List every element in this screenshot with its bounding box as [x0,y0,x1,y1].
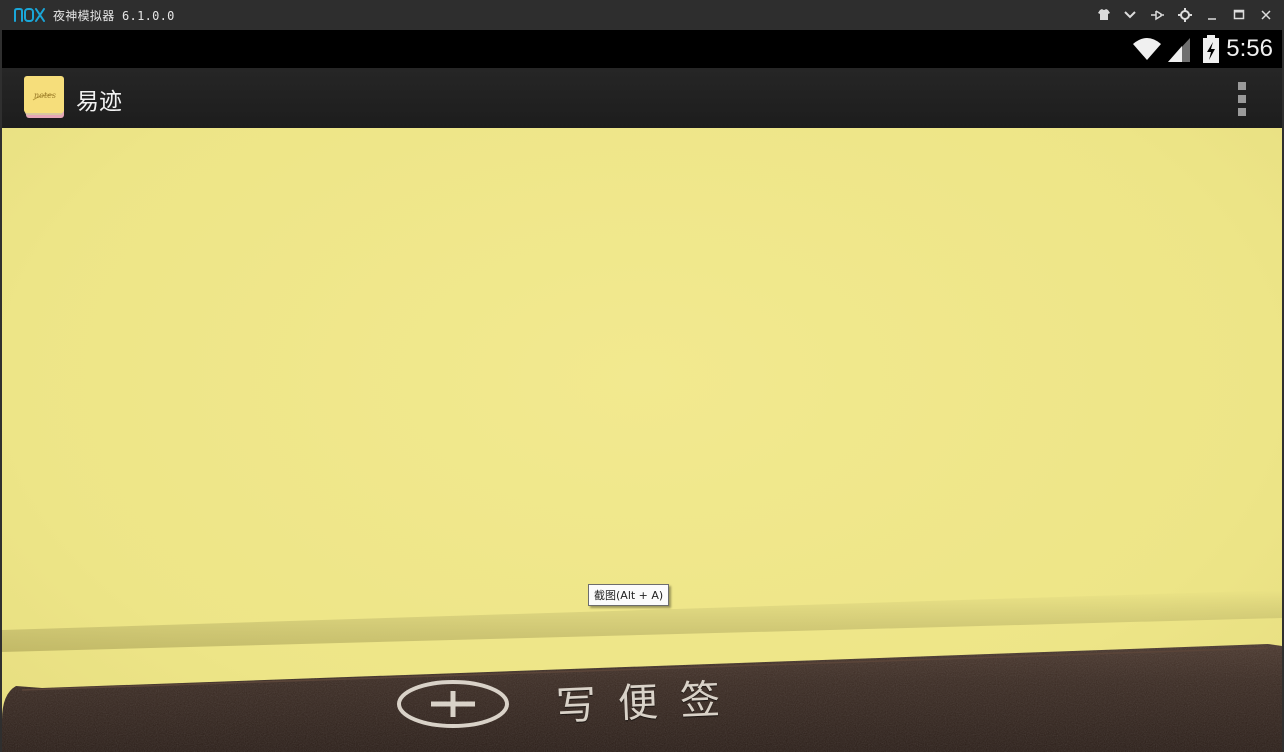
write-note-button[interactable]: 写便签 [394,670,864,742]
svg-text:notes: notes [34,91,56,100]
android-screen: 5:56 notes 易迹 写便签 截图(Alt + A) [2,30,1282,752]
chevron-down-icon[interactable] [1120,5,1140,25]
plus-circle-icon [397,680,509,728]
window-title: 夜神模拟器 6.1.0.0 [53,9,175,23]
shirt-icon[interactable] [1094,5,1114,25]
screenshot-tooltip: 截图(Alt + A) [588,584,670,606]
wifi-icon [1133,38,1161,60]
gear-icon[interactable] [1175,5,1195,25]
write-note-label: 写便签 [555,675,744,730]
status-clock: 5:56 [1226,35,1273,62]
window-title-bar[interactable]: 夜神模拟器 6.1.0.0 [0,0,1284,30]
overflow-menu-icon[interactable] [1232,82,1252,116]
pin-icon[interactable] [1147,5,1167,25]
app-title: 易迹 [76,89,122,115]
action-bar: notes 易迹 [2,68,1282,128]
minimize-icon[interactable] [1202,5,1222,25]
notes-app-icon[interactable]: notes [23,76,67,120]
maximize-icon[interactable] [1229,5,1249,25]
emulator-window: 夜神模拟器 6.1.0.0 5:56 notes 易迹 写便签 截图(Alt +… [0,0,1284,752]
nox-logo [14,8,45,22]
battery-icon [1203,35,1219,63]
close-icon[interactable] [1256,5,1276,25]
status-bar: 5:56 [2,30,1282,68]
signal-icon [1168,38,1190,62]
